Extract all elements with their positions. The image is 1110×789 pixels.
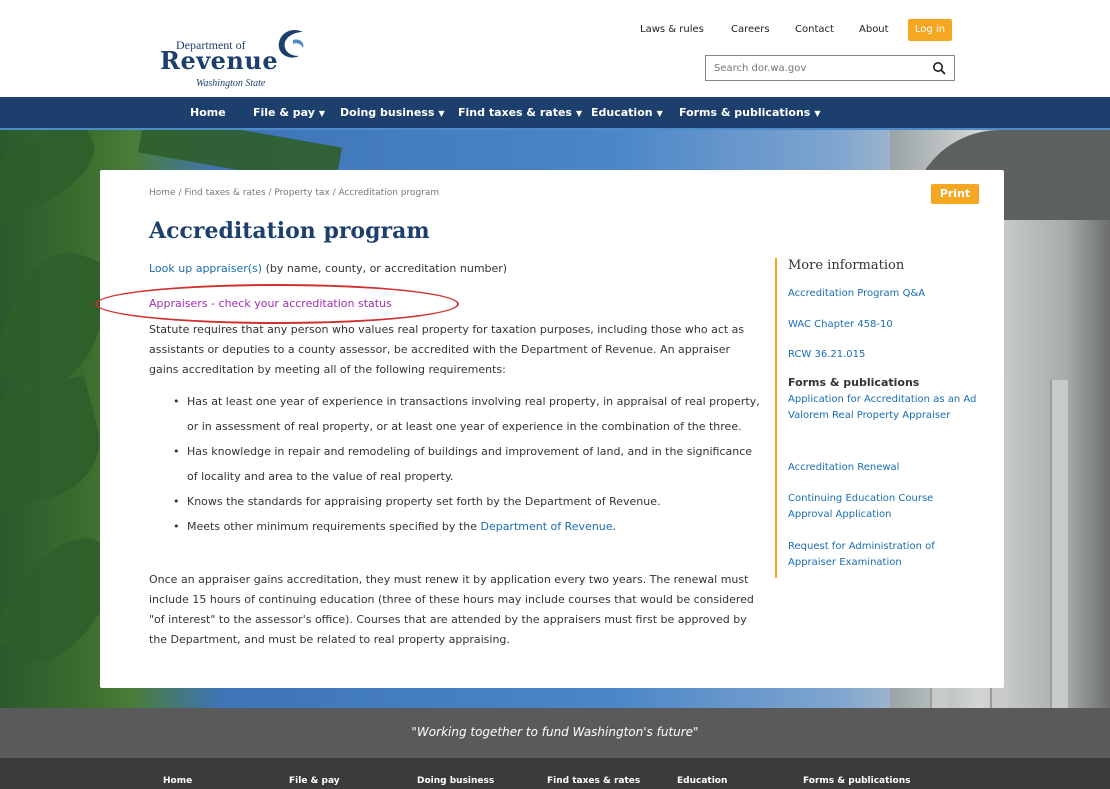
caret-down-icon: ▼ xyxy=(438,109,445,118)
lookup-appraisers-link[interactable]: Look up appraiser(s) xyxy=(149,262,262,275)
caret-down-icon: ▼ xyxy=(656,109,663,118)
sidebar-link-application[interactable]: Application for Accreditation as an Ad V… xyxy=(788,392,980,424)
requirements-list: Has at least one year of experience in t… xyxy=(173,389,763,539)
nav-forms-label: Forms & publications xyxy=(679,106,811,119)
sidebar-link-renewal[interactable]: Accreditation Renewal xyxy=(788,460,980,476)
department-of-revenue-link[interactable]: Department of Revenue xyxy=(480,520,612,533)
footer-link-education[interactable]: Education xyxy=(677,776,727,786)
list-item: Has at least one year of experience in t… xyxy=(173,389,763,439)
forms-publications-heading: Forms & publications xyxy=(788,376,920,389)
search-box xyxy=(705,55,955,81)
nav-home-label: Home xyxy=(190,106,226,119)
footer-link-home[interactable]: Home xyxy=(163,776,192,786)
nav-doing-business-label: Doing business xyxy=(340,106,435,119)
nav-find-taxes[interactable]: Find taxes & rates ▼ xyxy=(458,106,582,119)
renewal-paragraph: Once an appraiser gains accreditation, t… xyxy=(149,573,754,646)
sidebar-link-rcw[interactable]: RCW 36.21.015 xyxy=(788,347,980,363)
logo-state-text: Washington State xyxy=(196,78,266,89)
footer-link-forms[interactable]: Forms & publications xyxy=(803,776,910,786)
search-input[interactable] xyxy=(714,60,914,76)
footer-link-file-pay[interactable]: File & pay xyxy=(289,776,340,786)
list-item: Knows the standards for appraising prope… xyxy=(173,489,763,514)
login-button[interactable]: Log in xyxy=(908,19,952,41)
nav-doing-business[interactable]: Doing business ▼ xyxy=(340,106,445,119)
nav-education-label: Education xyxy=(591,106,653,119)
contact-link[interactable]: Contact xyxy=(795,24,834,35)
sidebar-link-qa[interactable]: Accreditation Program Q&A xyxy=(788,286,980,302)
lookup-line: Look up appraiser(s) (by name, county, o… xyxy=(149,262,507,275)
sidebar-link-wac[interactable]: WAC Chapter 458-10 xyxy=(788,317,980,333)
nav-file-pay[interactable]: File & pay ▼ xyxy=(253,106,325,119)
logo-revenue-text: Revenue xyxy=(160,46,279,75)
main-nav: Home File & pay ▼ Doing business ▼ Find ta… xyxy=(0,97,1110,130)
nav-find-taxes-label: Find taxes & rates xyxy=(458,106,572,119)
more-information-sidebar: More information Accreditation Program Q… xyxy=(775,258,983,578)
sidebar-link-exam[interactable]: Request for Administration of Appraiser … xyxy=(788,539,980,571)
site-header: Department of Revenue Washington State L… xyxy=(0,0,1110,97)
print-button[interactable]: Print xyxy=(931,184,979,204)
nav-forms-publications[interactable]: Forms & publications ▼ xyxy=(679,106,821,119)
sidebar-title: More information xyxy=(788,258,905,273)
sidebar-link-continuing-ed[interactable]: Continuing Education Course Approval App… xyxy=(788,491,980,523)
list-item: Has knowledge in repair and remodeling o… xyxy=(173,439,763,489)
breadcrumb[interactable]: Home / Find taxes & rates / Property tax… xyxy=(149,188,439,198)
nav-file-pay-label: File & pay xyxy=(253,106,315,119)
careers-link[interactable]: Careers xyxy=(731,24,770,35)
content-card: Home / Find taxes & rates / Property tax… xyxy=(95,170,1004,688)
intro-paragraph: Statute requires that any person who val… xyxy=(149,323,745,376)
footer-tagline: "Working together to fund Washington's f… xyxy=(411,725,699,739)
search-icon[interactable] xyxy=(932,61,946,75)
list-item: Meets other minimum requirements specifi… xyxy=(173,514,763,539)
laws-rules-link[interactable]: Laws & rules xyxy=(640,24,704,35)
req4-prefix: Meets other minimum requirements specifi… xyxy=(187,520,481,533)
accreditation-status-link[interactable]: Appraisers - check your accreditation st… xyxy=(149,297,392,310)
req4-suffix: . xyxy=(612,520,617,533)
caret-down-icon: ▼ xyxy=(318,109,326,118)
footer-tagline-bar: "Working together to fund Washington's f… xyxy=(0,708,1110,758)
nav-education[interactable]: Education ▼ xyxy=(591,106,663,119)
about-link[interactable]: About xyxy=(859,24,889,35)
caret-down-icon: ▼ xyxy=(575,109,583,118)
caret-down-icon: ▼ xyxy=(814,109,821,118)
page-title: Accreditation program xyxy=(149,218,430,244)
nav-home[interactable]: Home xyxy=(190,106,226,119)
lookup-description: (by name, county, or accreditation numbe… xyxy=(262,262,508,275)
footer-link-doing-business[interactable]: Doing business xyxy=(417,776,494,786)
footer-link-find-taxes[interactable]: Find taxes & rates xyxy=(547,776,640,786)
footer-nav: Home File & pay Doing business Find taxe… xyxy=(0,758,1110,789)
